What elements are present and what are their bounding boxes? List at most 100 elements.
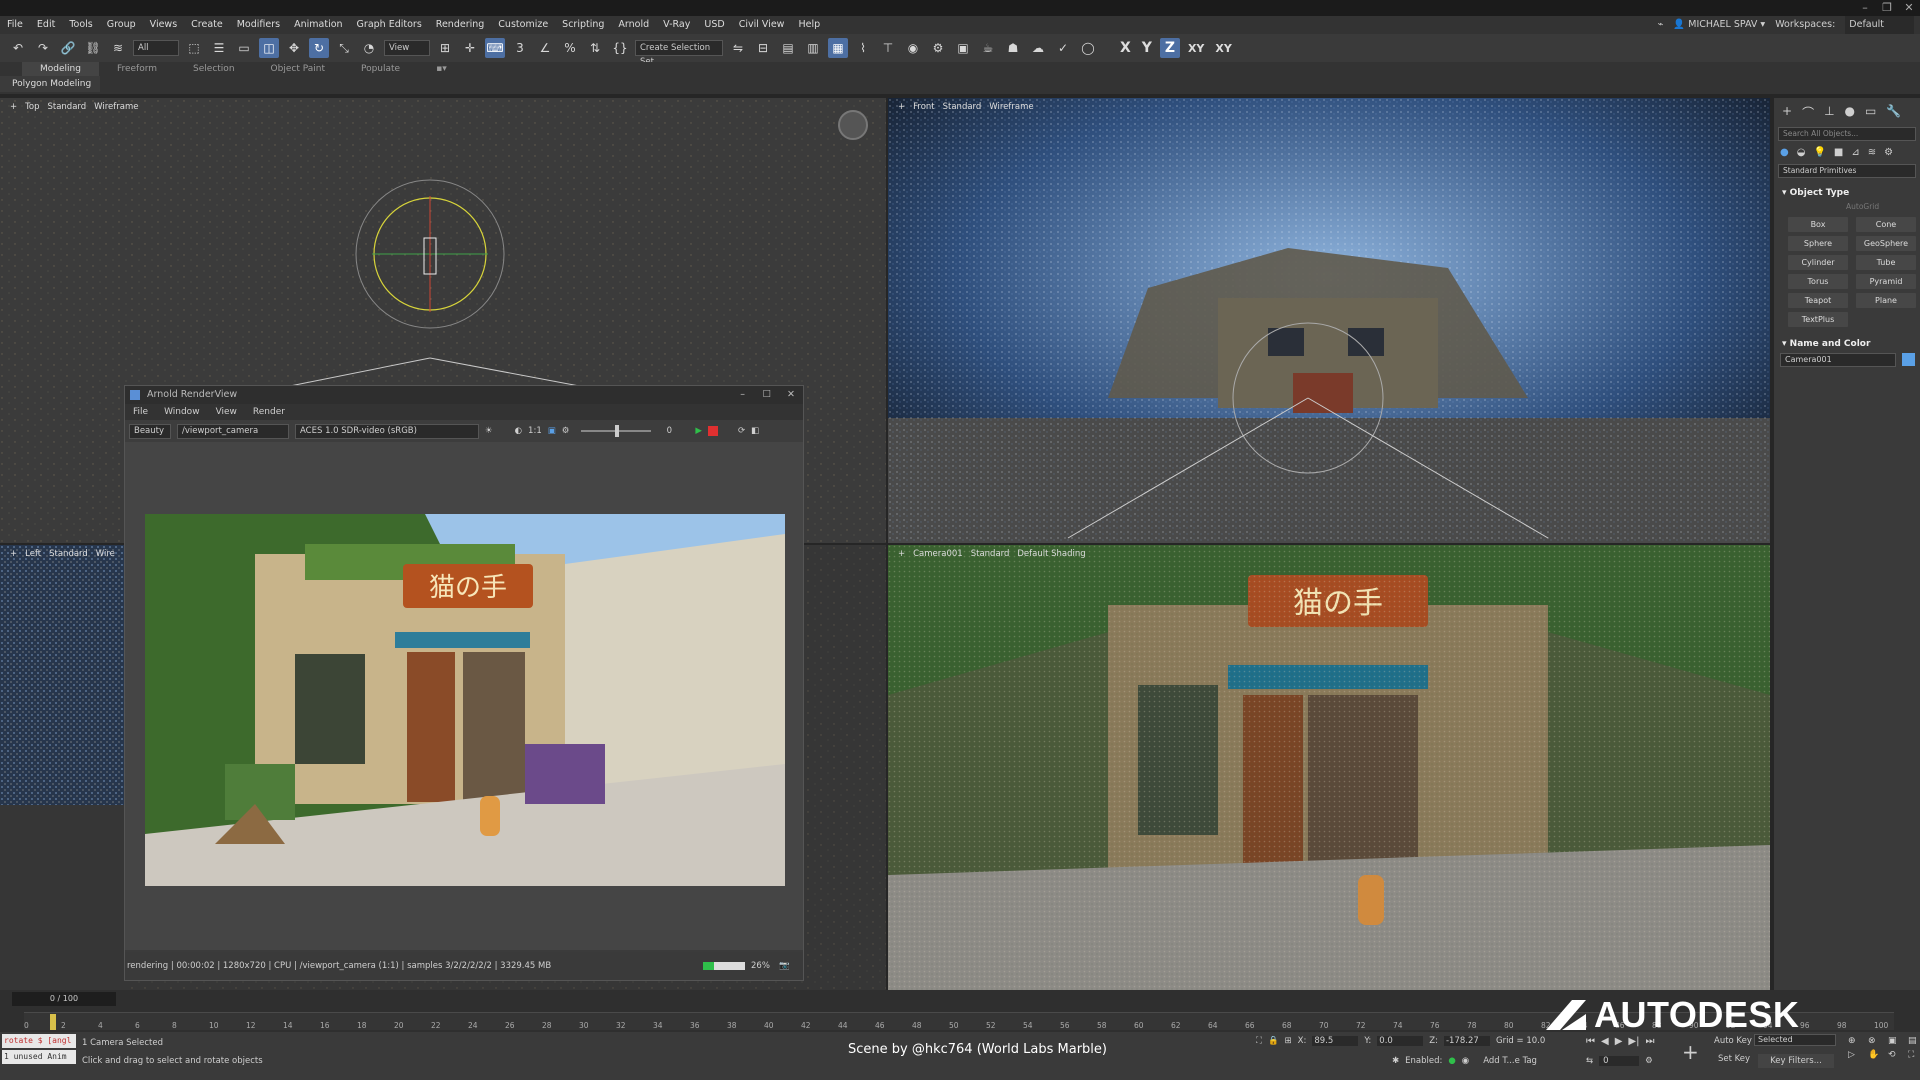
render-canvas[interactable]: 猫の手	[125, 442, 803, 950]
pan-icon[interactable]: ✋	[1868, 1050, 1884, 1060]
rect-selection-icon[interactable]: ▭	[234, 38, 254, 58]
ribbon-options-icon[interactable]: ▪▾	[418, 62, 465, 76]
primitive-category-dropdown[interactable]: Standard Primitives	[1778, 164, 1916, 178]
viewport-pov[interactable]: Left	[25, 549, 41, 559]
arnold-title-bar[interactable]: Arnold RenderView – ☐ ✕	[125, 386, 803, 404]
helpers-icon[interactable]: ⊿	[1851, 147, 1859, 158]
menu-create[interactable]: Create	[184, 16, 230, 34]
zoom-extents-all-icon[interactable]: ▤	[1908, 1036, 1920, 1046]
scale-icon[interactable]: ⤡	[334, 38, 354, 58]
plane-button[interactable]: Plane	[1856, 293, 1916, 308]
arnold-minimize-icon[interactable]: –	[740, 386, 745, 404]
menu-arnold[interactable]: Arnold	[611, 16, 656, 34]
object-type-rollout[interactable]: ▾ Object Type	[1774, 182, 1920, 202]
edit-named-sets-icon[interactable]: {}	[610, 38, 630, 58]
viewport-pov[interactable]: Camera001	[913, 549, 963, 559]
zoom-all-icon[interactable]: ⊗	[1868, 1036, 1884, 1046]
scene-explorer-icon[interactable]: ▤	[778, 38, 798, 58]
object-name-field[interactable]: Camera001	[1780, 353, 1896, 367]
geometry-icon[interactable]: ●	[1780, 147, 1789, 158]
z-field[interactable]: -178.27	[1443, 1036, 1490, 1046]
maxscript-listener-line2[interactable]: 1 unused Anim	[2, 1050, 76, 1064]
lights-icon[interactable]: 💡	[1813, 147, 1825, 158]
auto-key-button[interactable]: Auto Key	[1714, 1036, 1752, 1046]
y-field[interactable]: 0.0	[1377, 1036, 1424, 1046]
window-crossing-icon[interactable]: ◫	[259, 38, 279, 58]
place-icon[interactable]: ◔	[359, 38, 379, 58]
shapes-icon[interactable]: ◒	[1797, 147, 1806, 158]
viewport-camera[interactable]: + Camera001 Standard Default Shading 猫の手	[888, 545, 1770, 990]
select-object-icon[interactable]: ⬚	[184, 38, 204, 58]
tab-modeling[interactable]: Modeling	[22, 62, 99, 76]
settings-icon[interactable]: ⚙	[562, 426, 570, 436]
enabled-dot-icon[interactable]: ●	[1448, 1056, 1455, 1066]
user-account[interactable]: 👤 MICHAEL SPAV ▾	[1673, 16, 1765, 34]
menu-civil-view[interactable]: Civil View	[732, 16, 792, 34]
zoom-icon[interactable]: ⊕	[1848, 1036, 1864, 1046]
check-icon[interactable]: ✓	[1053, 38, 1073, 58]
tab-populate[interactable]: Populate	[343, 62, 418, 76]
set-key-big-icon[interactable]: +	[1682, 1040, 1699, 1064]
key-mode-icon[interactable]: ⇆	[1586, 1056, 1593, 1066]
link-icon[interactable]: 🔗	[58, 38, 78, 58]
axis-x-button[interactable]: X	[1117, 40, 1134, 56]
axis-xy-cycle-button[interactable]: XY	[1212, 42, 1234, 55]
zoom-extents-icon[interactable]: ▣	[1888, 1036, 1904, 1046]
axis-xy-button[interactable]: XY	[1185, 42, 1207, 55]
workspace-dropdown[interactable]: Default	[1845, 16, 1914, 34]
name-color-rollout[interactable]: ▾ Name and Color	[1774, 327, 1920, 353]
go-to-end-icon[interactable]: ⏭	[1645, 1036, 1654, 1047]
stop-icon[interactable]	[707, 426, 718, 436]
channel-icon[interactable]: ◐	[515, 426, 522, 436]
circle-icon[interactable]: ◯	[1078, 38, 1098, 58]
menu-customize[interactable]: Customize	[491, 16, 555, 34]
rendered-frame-icon[interactable]: ▣	[953, 38, 973, 58]
torus-button[interactable]: Torus	[1788, 274, 1848, 289]
menu-edit[interactable]: Edit	[30, 16, 62, 34]
angle-snap-icon[interactable]: ∠	[535, 38, 555, 58]
viewport-shading[interactable]: Standard	[943, 102, 982, 112]
viewport-pov[interactable]: Front	[913, 102, 935, 112]
tab-selection[interactable]: Selection	[175, 62, 252, 76]
prev-frame-icon[interactable]: ◀	[1601, 1036, 1609, 1047]
ipr-icon[interactable]: ⟳	[738, 426, 745, 436]
viewport-menu-plus[interactable]: +	[10, 102, 17, 112]
viewport-menu-plus[interactable]: +	[10, 549, 17, 559]
arnold-maximize-icon[interactable]: ☐	[762, 386, 771, 404]
material-editor-icon[interactable]: ◉	[903, 38, 923, 58]
viewport-mode[interactable]: Default Shading	[1017, 549, 1085, 559]
viewport-mode[interactable]: Wire	[96, 549, 115, 559]
viewport-shading[interactable]: Standard	[47, 102, 86, 112]
viewport-mode[interactable]: Wireframe	[94, 102, 138, 112]
textplus-button[interactable]: TextPlus	[1788, 312, 1848, 327]
orbit-icon[interactable]: ⟲	[1888, 1050, 1904, 1060]
geosphere-button[interactable]: GeoSphere	[1856, 236, 1916, 251]
time-tag-icon[interactable]: ◉	[1462, 1056, 1469, 1066]
timeline-playhead[interactable]	[50, 1014, 56, 1030]
color-space-dropdown[interactable]: ACES 1.0 SDR-video (sRGB)	[295, 423, 479, 439]
lock-icon[interactable]: 🔒	[1268, 1036, 1279, 1046]
object-color-swatch[interactable]	[1902, 353, 1915, 366]
menu-animation[interactable]: Animation	[287, 16, 349, 34]
viewport-menu-plus[interactable]: +	[898, 102, 905, 112]
next-frame-icon[interactable]: ▶|	[1628, 1036, 1639, 1047]
motion-tab-icon[interactable]: ●	[1845, 104, 1855, 121]
x-field[interactable]: 89.5	[1312, 1036, 1359, 1046]
redo-icon[interactable]: ↷	[33, 38, 53, 58]
axis-z-button[interactable]: Z	[1159, 38, 1180, 58]
selection-set-dropdown[interactable]: Create Selection Set	[635, 40, 723, 67]
display-tab-icon[interactable]: ▭	[1865, 104, 1876, 121]
menu-rendering[interactable]: Rendering	[429, 16, 492, 34]
box-button[interactable]: Box	[1788, 217, 1848, 232]
mirror-icon[interactable]: ⇋	[728, 38, 748, 58]
maximize-viewport-icon[interactable]: ⛶	[1908, 1050, 1920, 1060]
arnold-menu-window[interactable]: Window	[164, 404, 200, 420]
menu-help[interactable]: Help	[791, 16, 827, 34]
aov-dropdown[interactable]: Beauty	[129, 423, 171, 439]
menu-modifiers[interactable]: Modifiers	[230, 16, 287, 34]
spacewarps-icon[interactable]: ≋	[1868, 147, 1876, 158]
region-icon[interactable]: ▣	[548, 426, 556, 436]
render-production-icon[interactable]: ☕	[978, 38, 998, 58]
systems-icon[interactable]: ⚙	[1884, 147, 1893, 158]
snapshot-icon[interactable]: 📷	[779, 952, 790, 980]
